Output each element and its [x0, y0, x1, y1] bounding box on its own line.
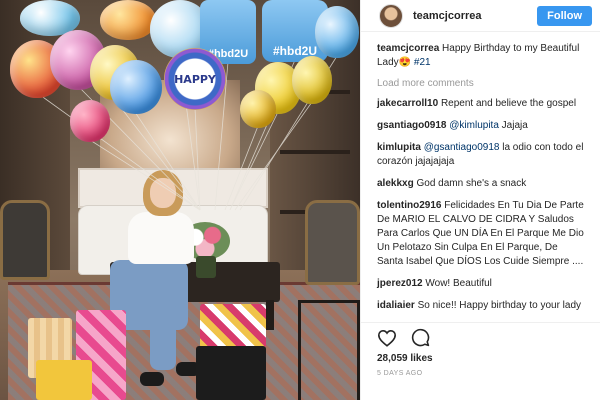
comment-username[interactable]: alekkxg — [377, 178, 414, 189]
post-timestamp: 5 DAYS AGO — [377, 370, 423, 377]
comment: alekkxg God damn she's a snack — [377, 177, 586, 191]
balloon — [70, 100, 110, 142]
hashtag-link[interactable]: #21 — [414, 57, 431, 68]
person-leg — [150, 300, 176, 370]
table-leg — [266, 300, 274, 330]
comment-username[interactable]: tolentino2916 — [377, 200, 441, 211]
gift-bag — [196, 346, 266, 400]
comment-username[interactable]: jakecarroll10 — [377, 98, 438, 109]
gift-bag — [200, 304, 266, 348]
post-sidebar: teamcjcorrea Follow teamcjcorrea Happy B… — [360, 0, 600, 400]
mention-link[interactable]: @kimlupita — [449, 120, 499, 131]
comment: gsantiago0918 @kimlupita Jajaja — [377, 119, 586, 133]
balloon — [315, 6, 359, 58]
comment: jakecarroll10 Repent and believe the gos… — [377, 97, 586, 111]
avatar[interactable] — [379, 3, 403, 28]
comments-list: teamcjcorrea Happy Birthday to my Beauti… — [361, 32, 600, 332]
username-link[interactable]: teamcjcorrea — [413, 10, 537, 22]
balloon-label: HAPPY — [174, 72, 216, 86]
heart-icon[interactable] — [377, 329, 397, 352]
comment: idaliaier So nice!! Happy birthday to yo… — [377, 299, 586, 313]
comment-text: Jajaja — [501, 120, 528, 131]
balloon — [292, 56, 332, 104]
comment: jperez012 Wow! Beautiful — [377, 277, 586, 291]
caption-username[interactable]: teamcjcorrea — [377, 43, 439, 54]
caption: teamcjcorrea Happy Birthday to my Beauti… — [377, 42, 586, 70]
comment-text: Repent and believe the gospel — [440, 98, 577, 109]
comment: kimlupita @gsantiago0918 la odio con tod… — [377, 141, 586, 169]
gift-bag — [36, 360, 92, 400]
comment-text: God damn she's a snack — [416, 178, 527, 189]
follow-button[interactable]: Follow — [537, 5, 592, 26]
comment-username[interactable]: gsantiago0918 — [377, 120, 446, 131]
comment-text: Wow! Beautiful — [425, 278, 492, 289]
post-actions: 28,059 likes 5 DAYS AGO — [361, 322, 600, 377]
post-photo[interactable]: #hbd2U #hbd2U HAPPY — [0, 0, 360, 400]
happy-birthday-balloon: HAPPY — [164, 48, 226, 110]
action-icons — [377, 323, 585, 351]
shoe — [140, 372, 164, 386]
comment: tolentino2916 Felicidades En Tu Dia De P… — [377, 199, 586, 269]
mention-link[interactable]: @gsantiago0918 — [424, 142, 500, 153]
balloon — [110, 60, 162, 114]
comment-text: So nice!! Happy birthday to your lady — [417, 300, 582, 311]
comment-icon[interactable] — [411, 328, 430, 352]
balloon — [240, 90, 276, 128]
likes-count[interactable]: 28,059 likes — [377, 353, 585, 364]
comment-username[interactable]: idaliaier — [377, 300, 415, 311]
comment-username[interactable]: kimlupita — [377, 142, 421, 153]
comment-username[interactable]: jperez012 — [377, 278, 423, 289]
load-more-comments-link[interactable]: Load more comments — [377, 78, 586, 89]
balloon — [100, 0, 156, 40]
post-header: teamcjcorrea Follow — [361, 0, 600, 32]
side-stand — [298, 300, 360, 400]
